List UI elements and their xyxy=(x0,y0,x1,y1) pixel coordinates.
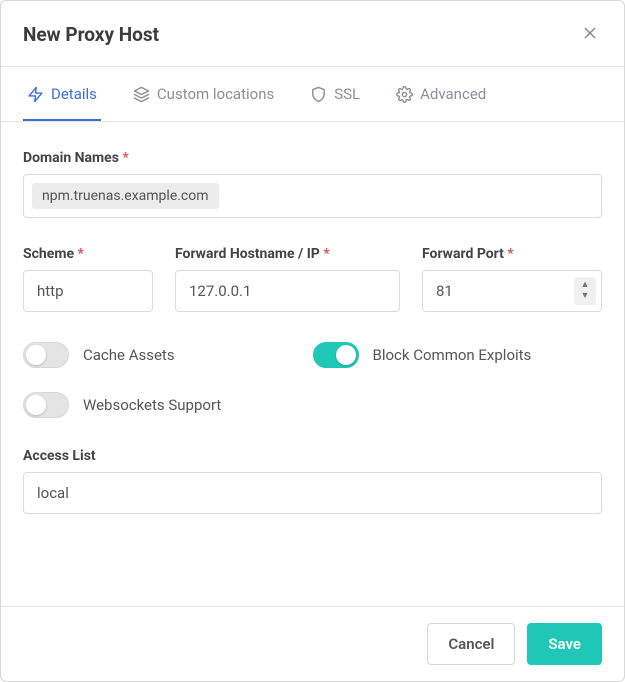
tab-details-label: Details xyxy=(51,85,97,103)
access-list-label: Access List xyxy=(23,448,602,464)
block-exploits-toggle[interactable] xyxy=(313,342,359,368)
port-column: Forward Port * ▲ ▼ xyxy=(422,246,602,312)
chevron-down-icon: ▼ xyxy=(581,292,590,301)
websockets-group: Websockets Support xyxy=(23,392,313,418)
cache-assets-label: Cache Assets xyxy=(83,346,175,364)
modal-header: New Proxy Host xyxy=(1,1,624,67)
cancel-button[interactable]: Cancel xyxy=(427,623,515,665)
block-exploits-label: Block Common Exploits xyxy=(373,346,532,364)
save-button[interactable]: Save xyxy=(527,623,602,665)
chevron-up-icon: ▲ xyxy=(581,281,590,290)
websockets-label: Websockets Support xyxy=(83,396,221,414)
tab-custom-locations[interactable]: Custom locations xyxy=(129,67,278,121)
access-list-section: Access List xyxy=(23,448,602,514)
cache-assets-toggle[interactable] xyxy=(23,342,69,368)
domain-chip[interactable]: npm.truenas.example.com xyxy=(32,183,219,209)
tab-ssl-label: SSL xyxy=(334,85,360,103)
close-button[interactable] xyxy=(578,21,602,48)
shield-icon xyxy=(310,86,327,103)
lightning-icon xyxy=(27,86,44,103)
scheme-label: Scheme * xyxy=(23,246,153,262)
toggles-row-1: Cache Assets Block Common Exploits xyxy=(23,342,602,368)
scheme-select[interactable] xyxy=(23,270,153,312)
block-exploits-group: Block Common Exploits xyxy=(313,342,603,368)
layers-icon xyxy=(133,86,150,103)
close-icon xyxy=(582,25,598,41)
websockets-toggle[interactable] xyxy=(23,392,69,418)
domain-names-input[interactable]: npm.truenas.example.com xyxy=(23,174,602,218)
forward-row: Scheme * Forward Hostname / IP * Forward… xyxy=(23,246,602,312)
hostname-column: Forward Hostname / IP * xyxy=(175,246,400,312)
tab-custom-locations-label: Custom locations xyxy=(157,85,274,103)
modal-new-proxy-host: New Proxy Host Details Custom locations xyxy=(0,0,625,682)
port-stepper[interactable]: ▲ ▼ xyxy=(574,277,596,305)
toggles-row-2: Websockets Support xyxy=(23,392,602,418)
forward-hostname-label: Forward Hostname / IP * xyxy=(175,246,400,262)
modal-title: New Proxy Host xyxy=(23,23,159,46)
modal-body: Domain Names * npm.truenas.example.com S… xyxy=(1,122,624,606)
forward-hostname-input[interactable] xyxy=(175,270,400,312)
tab-details[interactable]: Details xyxy=(23,67,101,121)
gear-icon xyxy=(396,86,413,103)
tab-bar: Details Custom locations SSL Advanced xyxy=(1,67,624,122)
tab-ssl[interactable]: SSL xyxy=(306,67,364,121)
tab-advanced[interactable]: Advanced xyxy=(392,67,490,121)
modal-footer: Cancel Save xyxy=(1,606,624,681)
scheme-column: Scheme * xyxy=(23,246,153,312)
forward-port-label: Forward Port * xyxy=(422,246,602,262)
cache-assets-group: Cache Assets xyxy=(23,342,313,368)
tab-advanced-label: Advanced xyxy=(420,85,486,103)
domain-names-label: Domain Names * xyxy=(23,150,602,166)
access-list-select[interactable] xyxy=(23,472,602,514)
